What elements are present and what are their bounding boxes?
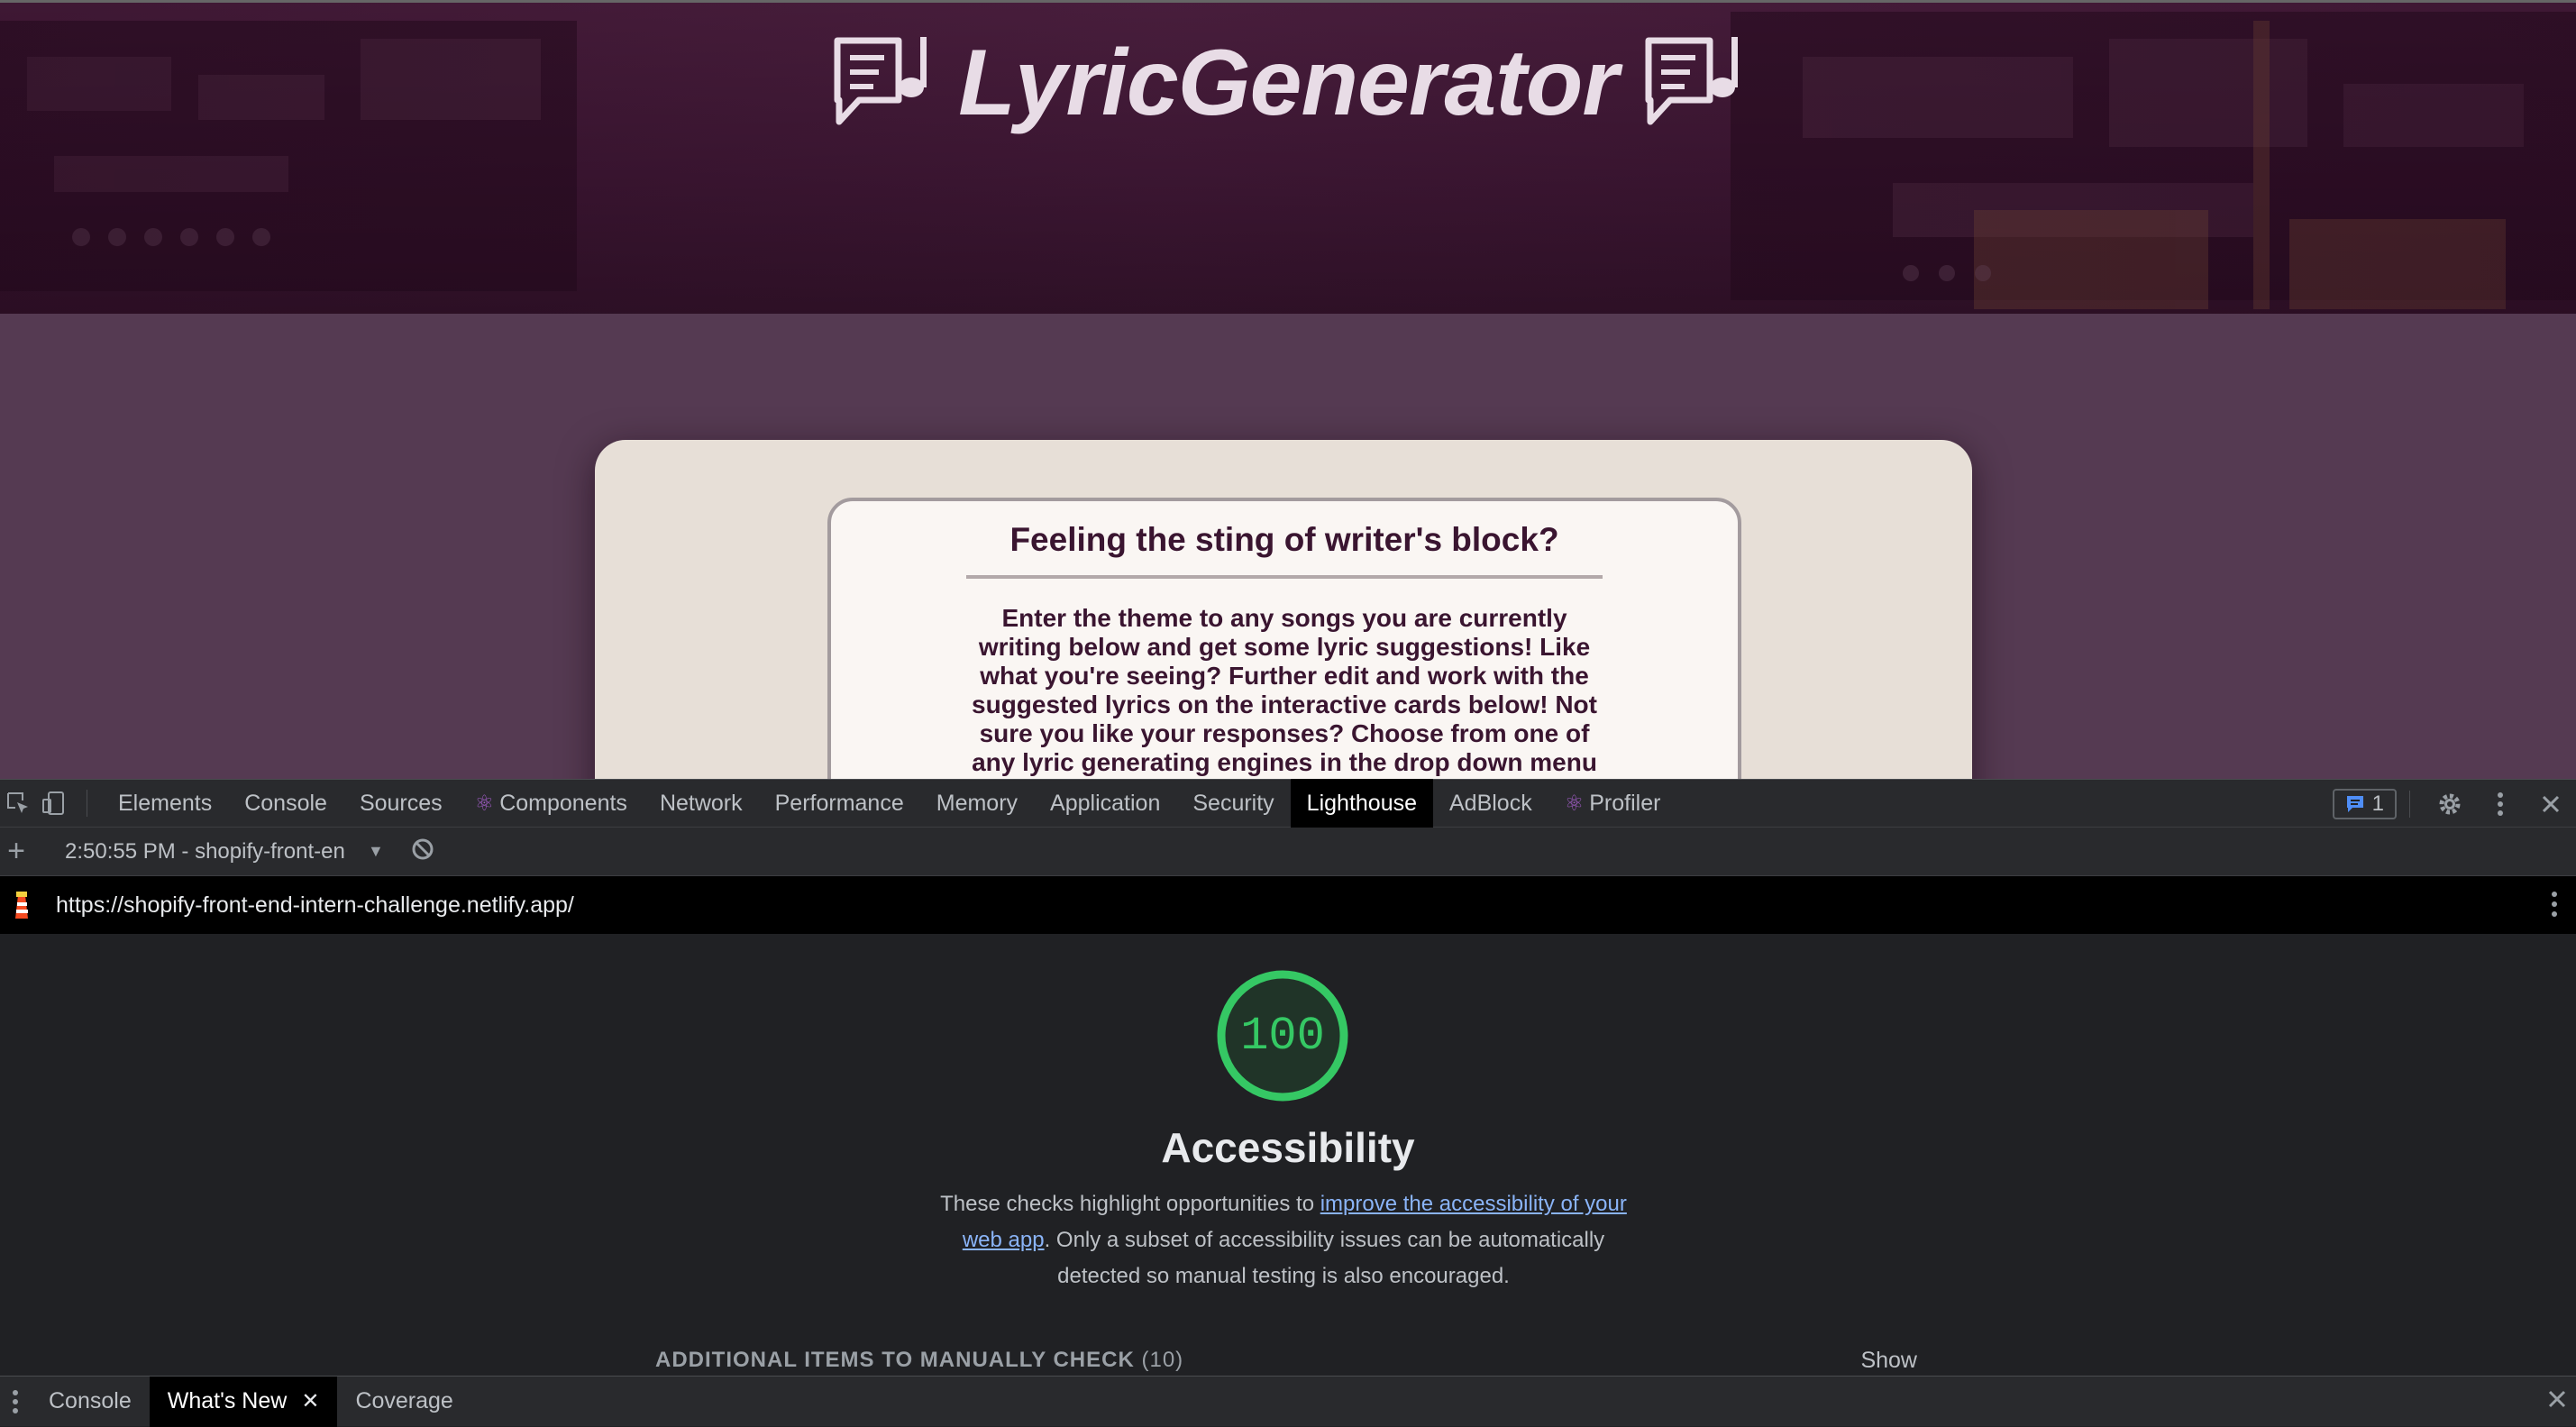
category-description: These checks highlight opportunities to …	[940, 1192, 1627, 1288]
tab-memory[interactable]: Memory	[920, 779, 1034, 828]
report-select[interactable]: 2:50:55 PM - shopify-front-en	[65, 839, 362, 864]
close-drawer-icon[interactable]	[2547, 1389, 2567, 1413]
more-options-icon[interactable]	[2475, 780, 2526, 828]
divider	[966, 575, 1603, 579]
close-tab-icon[interactable]: ✕	[301, 1388, 319, 1414]
tab-sources[interactable]: Sources	[343, 779, 459, 828]
intro-card: Feeling the sting of writer's block? Ent…	[827, 498, 1741, 779]
react-icon: ⚛	[1564, 791, 1585, 816]
new-report-icon[interactable]: +	[0, 834, 32, 869]
settings-gear-icon[interactable]	[2425, 780, 2475, 828]
site-title: LyricGenerator	[958, 31, 1619, 135]
manual-check-label: ADDITIONAL ITEMS TO MANUALLY CHECK (10)	[655, 1348, 1184, 1372]
message-icon	[2346, 796, 2363, 812]
clear-reports-icon[interactable]	[411, 837, 434, 865]
intro-text: Enter the theme to any songs you are cur…	[972, 604, 1597, 776]
lighthouse-toolbar: + 2:50:55 PM - shopify-front-en ▼	[0, 828, 2576, 876]
intro-card-container: Feeling the sting of writer's block? Ent…	[595, 440, 1972, 779]
tab-console[interactable]: Console	[228, 779, 343, 828]
device-toolbar-icon[interactable]	[36, 779, 72, 828]
chevron-down-icon[interactable]: ▼	[368, 842, 384, 861]
report-url: https://shopify-front-end-intern-challen…	[56, 892, 574, 918]
tab-application[interactable]: Application	[1034, 779, 1176, 828]
show-button[interactable]: Show	[1860, 1348, 1917, 1374]
report-url-bar: https://shopify-front-end-intern-challen…	[0, 876, 2576, 934]
score-value: 100	[1240, 1009, 1325, 1063]
category-title: Accessibility	[1161, 1124, 1415, 1171]
inspect-element-icon[interactable]	[0, 779, 36, 828]
brand-header: LyricGenerator	[0, 30, 2576, 137]
report-menu-icon[interactable]	[2551, 889, 2558, 924]
tab-adblock[interactable]: AdBlock	[1433, 779, 1548, 828]
drawer-tab-console[interactable]: Console	[31, 1377, 150, 1427]
devtools-tabbar: Elements Console Sources ⚛ Components Net…	[0, 779, 2576, 828]
devtools-panel: Elements Console Sources ⚛ Components Net…	[0, 779, 2576, 1427]
tab-profiler[interactable]: ⚛ Profiler	[1548, 779, 1677, 828]
tab-security[interactable]: Security	[1176, 779, 1290, 828]
intro-heading: Feeling the sting of writer's block?	[1009, 521, 1559, 558]
drawer-tab-whats-new[interactable]: What's New ✕	[149, 1376, 338, 1427]
tab-lighthouse[interactable]: Lighthouse	[1290, 779, 1433, 828]
hero-banner: LyricGenerator	[0, 0, 2576, 314]
tab-network[interactable]: Network	[644, 779, 759, 828]
issues-badge[interactable]: 1	[2332, 789, 2397, 819]
score-gauge: 100	[1217, 970, 1348, 1102]
lyrics-note-icon	[1645, 36, 1738, 124]
react-icon: ⚛	[474, 791, 495, 816]
drawer-tab-coverage[interactable]: Coverage	[337, 1377, 470, 1427]
close-devtools-icon[interactable]	[2526, 780, 2576, 828]
drawer-menu-icon[interactable]	[0, 1389, 31, 1414]
tab-elements[interactable]: Elements	[102, 779, 228, 828]
lighthouse-icon	[0, 890, 43, 920]
lighthouse-report: 100 Accessibility These checks highlight…	[0, 934, 2576, 1288]
website-viewport: LyricGenerator Feeling the sting of writ…	[0, 0, 2576, 779]
tab-components[interactable]: ⚛ Components	[459, 779, 644, 828]
devtools-drawer: Console What's New ✕ Coverage	[0, 1376, 2576, 1427]
lyrics-note-icon	[834, 36, 927, 124]
tab-performance[interactable]: Performance	[759, 779, 920, 828]
